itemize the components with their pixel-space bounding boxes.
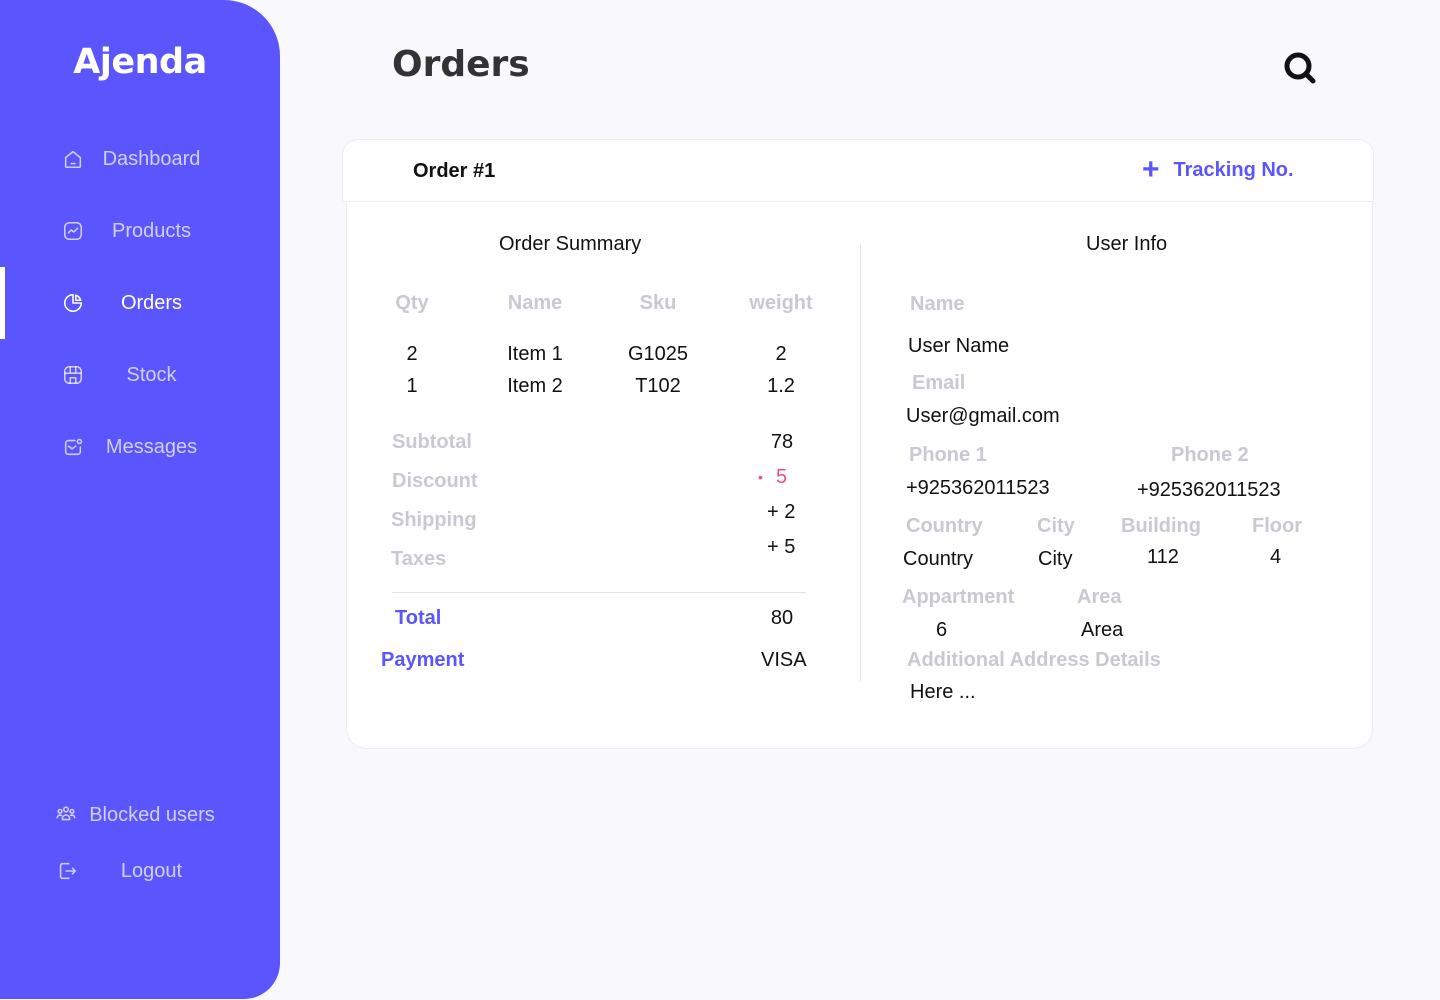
sidebar-item-blocked-users[interactable]: Blocked users	[0, 790, 280, 840]
phone2-value: +925362011523	[1137, 479, 1281, 501]
payment-value: VISA	[761, 649, 807, 671]
row-name: Item 2	[507, 375, 563, 397]
brand-logo: Ajenda	[73, 42, 207, 82]
user-info-title: User Info	[1086, 233, 1168, 255]
sidebar-item-stock[interactable]: Stock	[0, 350, 280, 400]
sidebar: Ajenda Dashboard Products Orders Stock M…	[0, 0, 280, 999]
payment-label: Payment	[381, 649, 465, 671]
sidebar-item-label: Orders	[120, 291, 183, 314]
name-label: Name	[910, 293, 965, 315]
email-label: Email	[912, 372, 966, 394]
row-name: Item 1	[507, 343, 563, 365]
phone2-label: Phone 2	[1171, 444, 1249, 466]
sidebar-item-logout[interactable]: Logout	[0, 846, 280, 896]
city-value: City	[1038, 548, 1073, 570]
subtotal-value: 78	[770, 431, 794, 453]
sidebar-item-label: Dashboard	[102, 147, 201, 170]
total-divider	[392, 592, 806, 593]
column-header-name: Name	[507, 292, 563, 314]
shipping-value: + 2	[767, 501, 796, 523]
sidebar-item-orders[interactable]: Orders	[0, 267, 280, 339]
tracking-label: Tracking No.	[1173, 158, 1294, 181]
row-qty: 2	[406, 343, 418, 365]
apartment-value: 6	[936, 619, 948, 641]
sidebar-item-label: Logout	[120, 859, 183, 882]
city-label: City	[1037, 515, 1075, 537]
building-value: 112	[1147, 546, 1179, 568]
phone1-label: Phone 1	[909, 444, 987, 466]
section-divider	[860, 245, 861, 681]
column-header-weight: weight	[749, 292, 813, 314]
sidebar-item-label: Blocked users	[89, 803, 215, 826]
discount-value: 5	[776, 466, 788, 488]
row-sku: G1025	[627, 343, 689, 365]
shipping-label: Shipping	[391, 509, 477, 531]
column-header-sku: Sku	[639, 292, 677, 314]
sidebar-item-dashboard[interactable]: Dashboard	[0, 134, 280, 184]
discount-sign: •	[758, 469, 763, 485]
row-weight: 1.2	[767, 375, 795, 397]
taxes-value: + 5	[767, 536, 796, 558]
add-tracking-button[interactable]: + Tracking No.	[1142, 153, 1294, 186]
page-title: Orders	[392, 44, 530, 85]
taxes-label: Taxes	[391, 548, 447, 570]
sidebar-item-label: Products	[112, 219, 191, 242]
search-button[interactable]	[1280, 48, 1320, 88]
area-value: Area	[1081, 619, 1124, 641]
email-value: User@gmail.com	[906, 405, 1060, 427]
floor-label: Floor	[1252, 515, 1302, 537]
country-label: Country	[906, 515, 983, 537]
country-value: Country	[903, 548, 974, 570]
search-icon	[1284, 52, 1316, 84]
building-label: Building	[1121, 515, 1201, 537]
sidebar-item-label: Messages	[105, 435, 198, 458]
row-sku: T102	[635, 375, 681, 397]
subtotal-label: Subtotal	[392, 431, 472, 453]
address-details-label: Additional Address Details	[907, 649, 1161, 671]
column-header-qty: Qty	[395, 292, 429, 314]
row-qty: 1	[406, 375, 418, 397]
address-details-value: Here ...	[910, 681, 976, 703]
order-summary-title: Order Summary	[499, 233, 642, 255]
floor-value: 4	[1270, 546, 1282, 568]
total-value: 80	[770, 607, 794, 629]
plus-icon: +	[1142, 153, 1160, 186]
apartment-label: Appartment	[902, 586, 1015, 608]
order-title: Order #1	[413, 160, 496, 182]
name-value: User Name	[908, 335, 1010, 357]
sidebar-item-label: Stock	[126, 363, 177, 386]
discount-label: Discount	[392, 470, 478, 492]
phone1-value: +925362011523	[906, 477, 1050, 499]
row-weight: 2	[775, 343, 787, 365]
area-label: Area	[1077, 586, 1122, 608]
total-label: Total	[395, 607, 442, 629]
sidebar-item-products[interactable]: Products	[0, 206, 280, 256]
sidebar-item-messages[interactable]: Messages	[0, 422, 280, 472]
